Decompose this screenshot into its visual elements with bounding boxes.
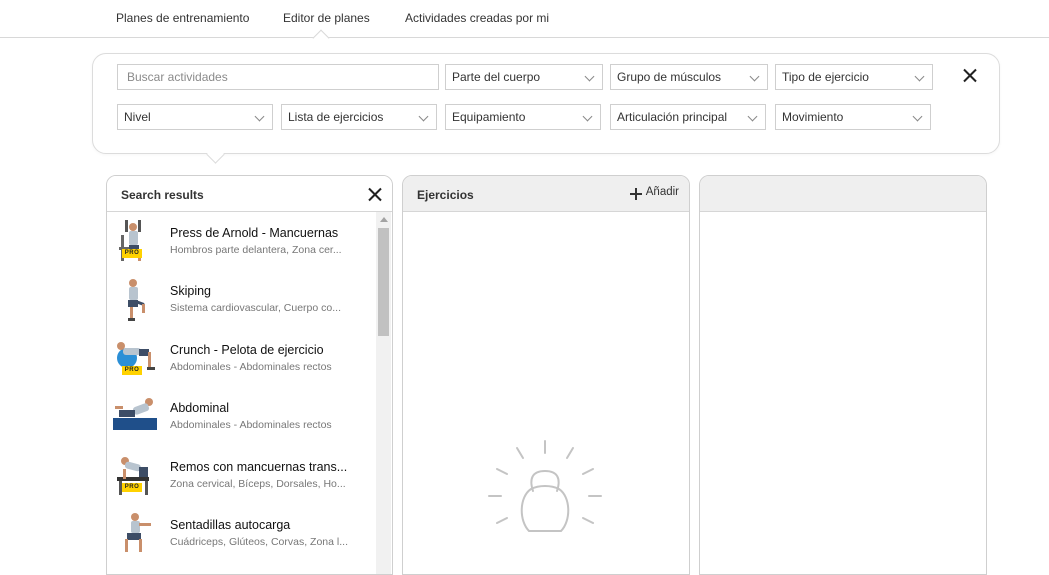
dropdown-label: Equipamiento (452, 110, 526, 124)
exercise-subtitle: Sistema cardiovascular, Cuerpo co... (170, 302, 341, 314)
dropdown-label: Nivel (124, 110, 151, 124)
filter-panel: Parte del cuerpo Grupo de músculos Tipo … (92, 53, 1000, 154)
exercise-subtitle: Zona cervical, Bíceps, Dorsales, Ho... (170, 478, 346, 490)
exercise-title: Sentadillas autocarga (170, 518, 291, 532)
movement-dropdown[interactable]: Movimiento (775, 104, 931, 130)
search-results-header: Search results (107, 176, 392, 212)
main-joint-dropdown[interactable]: Articulación principal (610, 104, 766, 130)
exercise-subtitle: Abdominales - Abdominales rectos (170, 419, 332, 431)
search-input[interactable] (117, 64, 439, 90)
exercise-title: Press de Arnold - Mancuernas (170, 226, 339, 240)
top-navigation: Planes de entrenamiento Editor de planes… (0, 0, 1049, 38)
plan-header (700, 176, 986, 212)
exercise-title: Remos con mancuernas trans... (170, 460, 348, 474)
list-item[interactable]: Abdominal Abdominales - Abdominales rect… (107, 387, 375, 445)
exercise-thumbnail (128, 279, 145, 321)
list-item[interactable]: PRO Crunch - Pelota de ejercicio Abdomin… (107, 329, 375, 387)
exercises-header: Ejercicios Añadir (403, 176, 689, 212)
close-filters-button[interactable] (959, 65, 981, 87)
exercise-subtitle: Cuádriceps, Glúteos, Corvas, Zona l... (170, 536, 348, 548)
chevron-down-icon (582, 111, 593, 122)
kettlebell-icon (488, 440, 602, 532)
dropdown-label: Lista de ejercicios (288, 110, 384, 124)
chevron-down-icon (584, 71, 595, 82)
dropdown-label: Parte del cuerpo (452, 70, 541, 84)
equipment-dropdown[interactable]: Equipamiento (445, 104, 601, 130)
exercise-thumbnail (125, 513, 151, 552)
exercise-subtitle: Hombros parte delantera, Zona cer... (170, 244, 342, 256)
search-results-title: Search results (121, 188, 204, 202)
dropdown-label: Movimiento (782, 110, 844, 124)
scroll-thumb[interactable] (378, 228, 389, 336)
close-results-button[interactable] (364, 184, 386, 206)
exercise-thumbnail (113, 398, 157, 430)
search-results-panel: Search results PRO Press de Arnold - Man… (106, 175, 393, 575)
exercise-title: Crunch - Pelota de ejercicio (170, 343, 324, 357)
list-item[interactable]: Sentadillas autocarga Cuádriceps, Glúteo… (107, 504, 375, 562)
exercise-type-dropdown[interactable]: Tipo de ejercicio (775, 64, 933, 90)
exercise-subtitle: Abdominales - Abdominales rectos (170, 361, 332, 373)
chevron-down-icon (914, 71, 925, 82)
add-exercise-button[interactable]: Añadir (629, 186, 679, 200)
pro-badge: PRO (122, 249, 142, 258)
chevron-down-icon (254, 111, 265, 122)
scroll-up-icon[interactable] (380, 217, 388, 222)
exercises-panel: Ejercicios Añadir (402, 175, 690, 575)
plan-panel (699, 175, 987, 575)
chevron-down-icon (749, 71, 760, 82)
pro-badge: PRO (122, 366, 142, 375)
exercises-title: Ejercicios (417, 188, 474, 202)
tab-planes-entrenamiento[interactable]: Planes de entrenamiento (116, 11, 249, 25)
chevron-down-icon (747, 111, 758, 122)
exercise-title: Skiping (170, 284, 211, 298)
tab-editor-planes[interactable]: Editor de planes (283, 11, 370, 25)
dropdown-label: Grupo de músculos (617, 70, 722, 84)
chevron-down-icon (912, 111, 923, 122)
exercise-list-dropdown[interactable]: Lista de ejercicios (281, 104, 437, 130)
results-scrollbar[interactable] (376, 212, 391, 574)
dropdown-label: Tipo de ejercicio (782, 70, 869, 84)
body-part-dropdown[interactable]: Parte del cuerpo (445, 64, 603, 90)
muscle-group-dropdown[interactable]: Grupo de músculos (610, 64, 768, 90)
exercise-title: Abdominal (170, 401, 230, 415)
list-item[interactable]: PRO Press de Arnold - Mancuernas Hombros… (107, 212, 375, 270)
list-item[interactable]: Skiping Sistema cardiovascular, Cuerpo c… (107, 270, 375, 328)
pro-badge: PRO (122, 483, 142, 492)
chevron-down-icon (418, 111, 429, 122)
tab-actividades-creadas[interactable]: Actividades creadas por mi (405, 11, 549, 25)
dropdown-label: Articulación principal (617, 110, 728, 124)
add-label: Añadir (645, 186, 679, 198)
level-dropdown[interactable]: Nivel (117, 104, 273, 130)
list-item[interactable]: PRO Remos con mancuernas trans... Zona c… (107, 446, 375, 504)
